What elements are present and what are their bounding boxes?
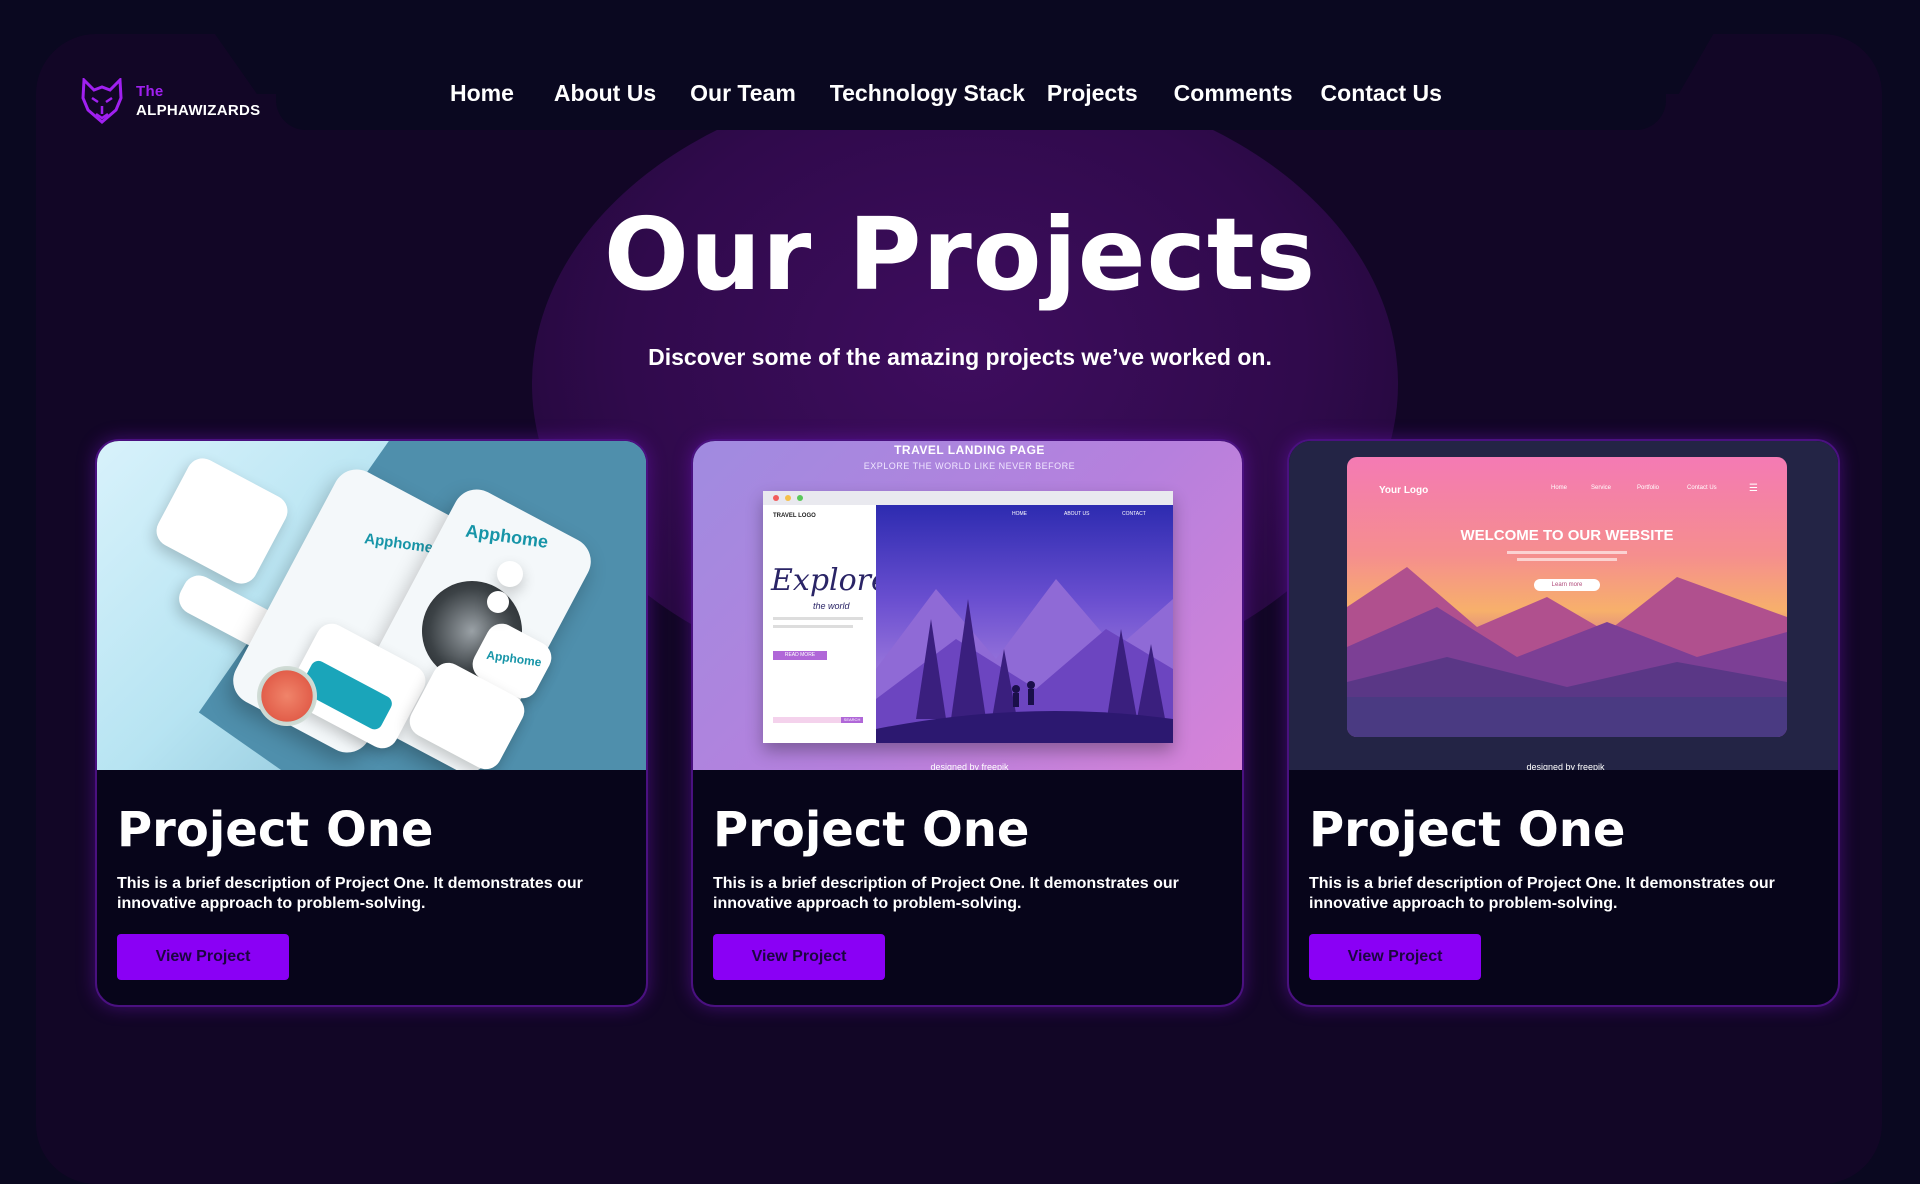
project-title: Project One [713, 802, 1030, 858]
project-image-sunset-website[interactable]: Your Logo Home Service Portfolio Contact… [1289, 441, 1838, 770]
wolf-logo-icon [81, 78, 123, 124]
sunset-mountains-illustration [1347, 567, 1787, 737]
page-title: Our Projects [603, 196, 1317, 313]
salmon-bowl [257, 666, 317, 726]
view-project-button[interactable]: View Project [117, 934, 289, 980]
project-card: TRAVEL LANDING PAGE EXPLORE THE WORLD LI… [691, 439, 1244, 1007]
brand-prefix: The [136, 83, 164, 100]
brand-logo[interactable]: The ALPHAWIZARDS [80, 78, 260, 124]
nav-comments[interactable]: Comments [1164, 80, 1303, 107]
nav-menu: Home About Us Our Team Technology Stack … [440, 80, 1452, 107]
navbar: The ALPHAWIZARDS Home About Us Our Team … [36, 34, 1882, 130]
brand-name: ALPHAWIZARDS [136, 102, 261, 119]
project-image-app-mockup[interactable]: Apphome Apphome Apphome [97, 441, 646, 770]
widget-calendar [150, 452, 294, 590]
view-project-button[interactable]: View Project [713, 934, 885, 980]
nav-our-team[interactable]: Our Team [680, 80, 806, 107]
project-card: Your Logo Home Service Portfolio Contact… [1287, 439, 1840, 1007]
project-title: Project One [117, 802, 434, 858]
project-description: This is a brief description of Project O… [1309, 875, 1775, 912]
project-description: This is a brief description of Project O… [117, 875, 583, 912]
nav-technology-stack[interactable]: Technology Stack [820, 80, 1035, 107]
project-cards: Apphome Apphome Apphome Project One This… [95, 439, 1840, 1007]
nav-home[interactable]: Home [440, 80, 524, 107]
website-mockup: Your Logo Home Service Portfolio Contact… [1347, 457, 1787, 737]
browser-mockup: TRAVEL LOGO Explore the world READ MORE … [763, 491, 1173, 743]
view-project-button[interactable]: View Project [1309, 934, 1481, 980]
nav-projects[interactable]: Projects [1037, 80, 1148, 107]
nav-contact-us[interactable]: Contact Us [1311, 80, 1452, 107]
project-description: This is a brief description of Project O… [713, 875, 1179, 912]
project-title: Project One [1309, 802, 1626, 858]
forest-illustration: HOME ABOUT US CONTACT [876, 505, 1173, 743]
project-card: Apphome Apphome Apphome Project One This… [95, 439, 648, 1007]
mountains-trees-illustration [876, 579, 1173, 743]
nav-about-us[interactable]: About Us [544, 80, 666, 107]
project-image-travel-landing[interactable]: TRAVEL LANDING PAGE EXPLORE THE WORLD LI… [693, 441, 1242, 770]
page-subtitle: Discover some of the amazing projects we… [648, 344, 1272, 370]
